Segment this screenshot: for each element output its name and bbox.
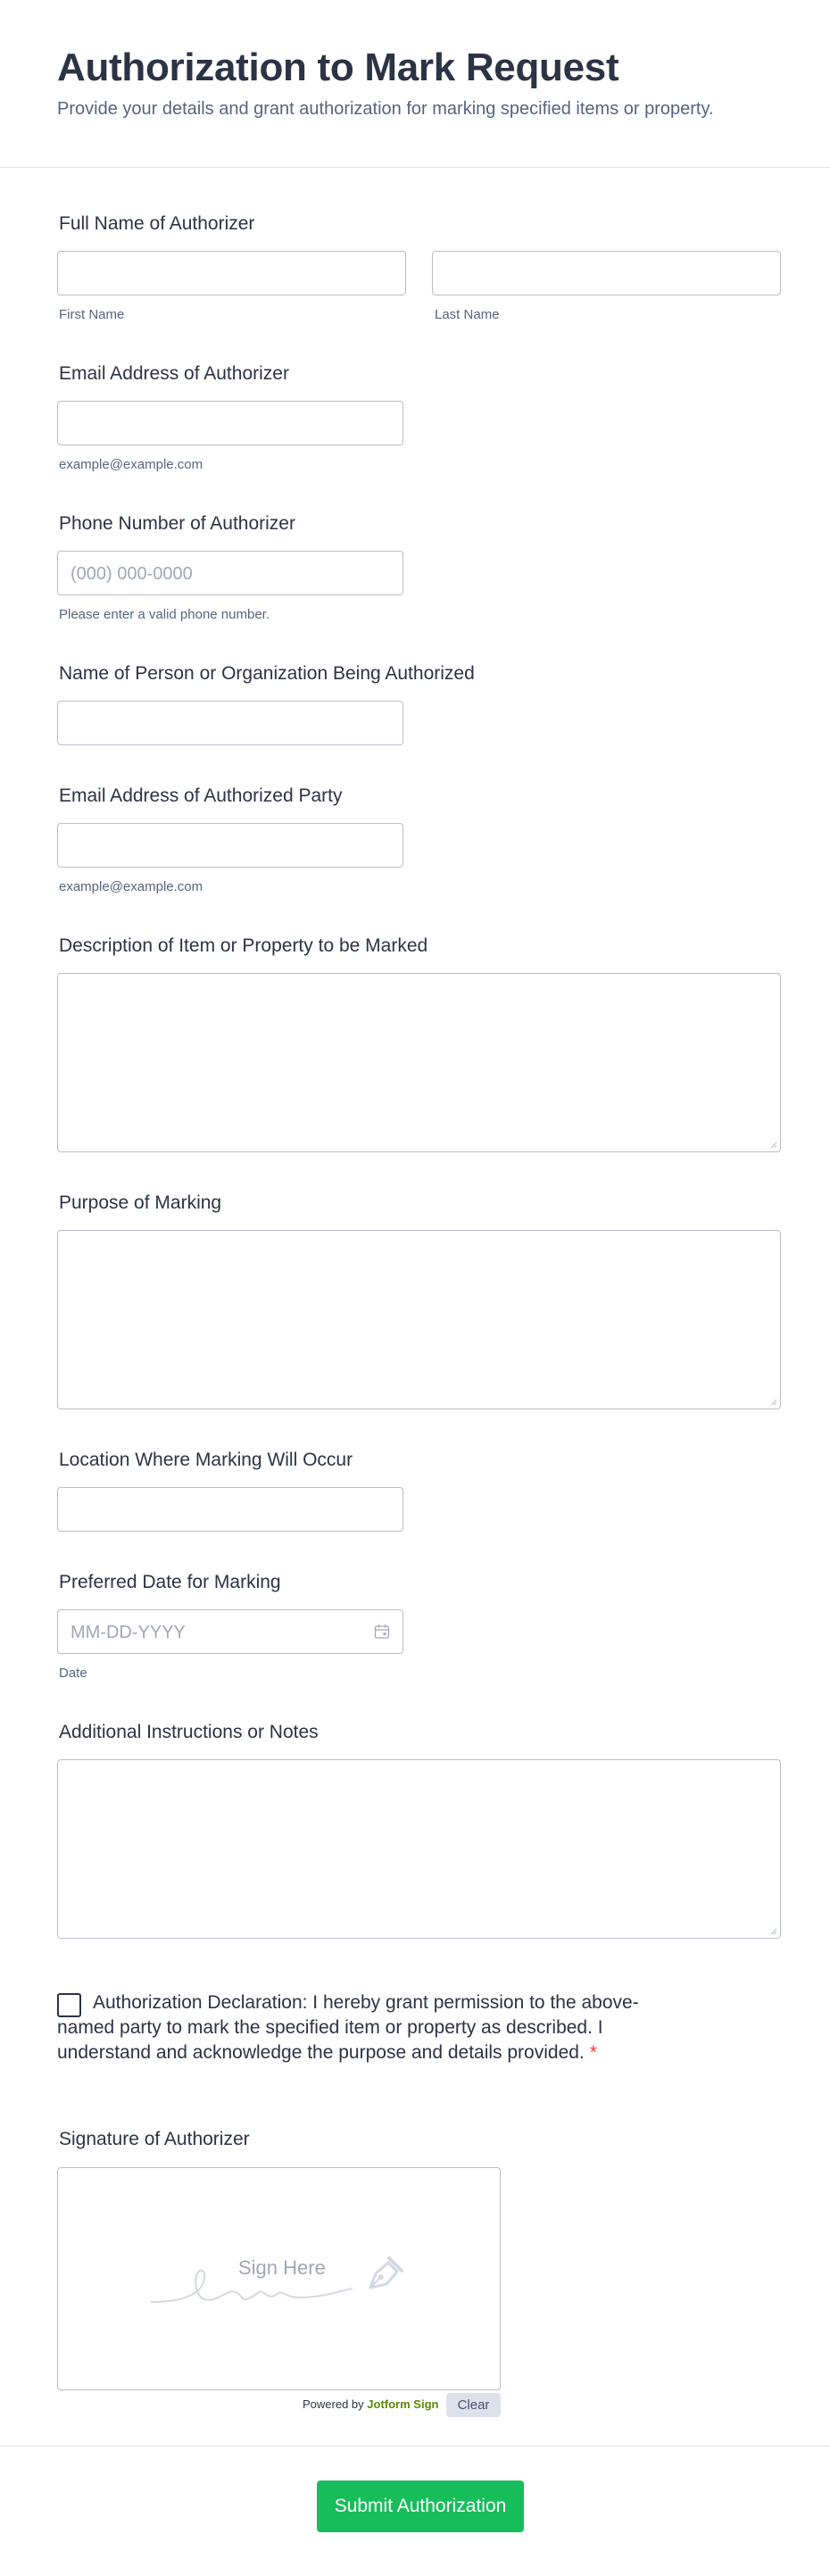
phone-label: Phone Number of Authorizer <box>59 513 295 534</box>
clear-signature-button[interactable]: Clear <box>446 2393 501 2417</box>
date-sublabel: Date <box>59 1666 87 1681</box>
signature-pad[interactable]: Sign Here <box>57 2167 501 2390</box>
authorized-email-input[interactable] <box>57 823 403 868</box>
declaration-checkbox[interactable] <box>57 1993 81 2017</box>
authorizer-email-input[interactable] <box>57 401 403 445</box>
authorized-name-input[interactable] <box>57 701 403 745</box>
date-label: Preferred Date for Marking <box>59 1572 281 1592</box>
last-name-input[interactable] <box>432 251 781 295</box>
signature-label: Signature of Authorizer <box>59 2129 250 2149</box>
form-header: Authorization to Mark Request Provide yo… <box>0 0 830 168</box>
required-asterisk: * <box>589 2042 597 2063</box>
description-label: Description of Item or Property to be Ma… <box>59 935 428 956</box>
authorizer-email-sublabel: example@example.com <box>59 457 203 472</box>
resize-handle-icon[interactable] <box>768 1926 777 1935</box>
form-title: Authorization to Mark Request <box>57 46 619 89</box>
calendar-icon[interactable] <box>374 1624 390 1640</box>
authorizer-email-label: Email Address of Authorizer <box>59 363 289 384</box>
authorized-email-sublabel: example@example.com <box>59 879 203 894</box>
notes-label: Additional Instructions or Notes <box>59 1722 319 1742</box>
description-textarea[interactable] <box>57 973 781 1152</box>
phone-placeholder: (000) 000-0000 <box>71 564 193 584</box>
phone-sublabel: Please enter a valid phone number. <box>59 607 270 622</box>
location-label: Location Where Marking Will Occur <box>59 1450 353 1470</box>
declaration-text: Authorization Declaration: I hereby gran… <box>57 1992 639 2063</box>
purpose-textarea[interactable] <box>57 1230 781 1409</box>
authorized-email-label: Email Address of Authorized Party <box>59 785 343 806</box>
purpose-label: Purpose of Marking <box>59 1192 222 1213</box>
jotform-sign-link[interactable]: Jotform Sign <box>367 2397 438 2411</box>
date-placeholder: MM-DD-YYYY <box>71 1623 186 1642</box>
resize-handle-icon[interactable] <box>768 1140 777 1149</box>
resize-handle-icon[interactable] <box>768 1397 777 1406</box>
notes-textarea[interactable] <box>57 1759 781 1939</box>
location-input[interactable] <box>57 1487 403 1532</box>
phone-input[interactable]: (000) 000-0000 <box>57 551 403 595</box>
date-input[interactable]: MM-DD-YYYY <box>57 1609 403 1654</box>
submit-button[interactable]: Submit Authorization <box>317 2480 524 2532</box>
pen-nib-icon <box>369 2256 403 2289</box>
first-name-sublabel: First Name <box>59 307 125 322</box>
form-subtitle: Provide your details and grant authoriza… <box>57 99 714 119</box>
authorized-name-label: Name of Person or Organization Being Aut… <box>59 663 475 684</box>
first-name-input[interactable] <box>57 251 406 295</box>
signature-placeholder: Sign Here <box>238 2256 326 2279</box>
last-name-sublabel: Last Name <box>435 307 500 322</box>
full-name-label: Full Name of Authorizer <box>59 213 255 234</box>
powered-by: Powered by Jotform Sign <box>303 2397 439 2411</box>
